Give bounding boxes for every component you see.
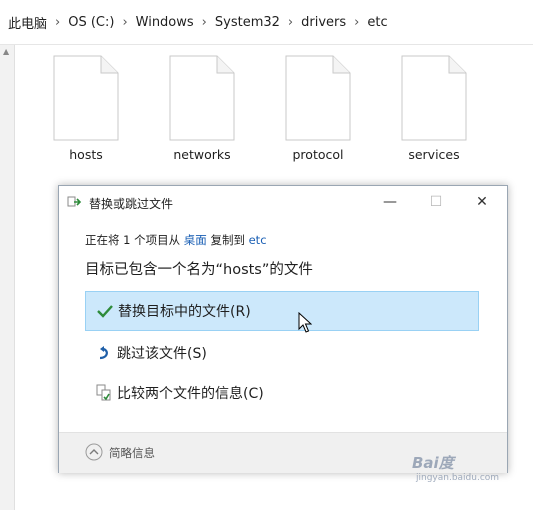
option-label: 跳过该文件(S)	[117, 346, 207, 362]
checkmark-icon	[94, 304, 116, 318]
breadcrumb-drive-c[interactable]: OS (C:)	[60, 15, 114, 30]
destination-folder-link[interactable]: etc	[249, 233, 267, 247]
maximize-button: ☐	[429, 194, 443, 210]
file-name: hosts	[69, 147, 103, 162]
file-item-hosts[interactable]: hosts	[46, 55, 126, 165]
file-item-services[interactable]: services	[394, 55, 474, 165]
copy-status-line: 正在将 1 个项目从 桌面 复制到 etc	[85, 232, 267, 248]
fewer-details-toggle[interactable]: 简略信息	[109, 445, 155, 461]
breadcrumb-separator-icon[interactable]: ›	[114, 15, 127, 30]
breadcrumb-this-pc[interactable]: 此电脑	[0, 13, 47, 32]
close-button[interactable]: ✕	[459, 186, 505, 218]
blank-file-icon	[285, 55, 351, 141]
skip-arrow-icon	[93, 345, 115, 361]
file-item-networks[interactable]: networks	[162, 55, 242, 165]
option-label: 比较两个文件的信息(C)	[117, 386, 264, 402]
dialog-titlebar[interactable]: 替换或跳过文件 — ☐ ✕	[59, 186, 507, 218]
breadcrumb-etc[interactable]: etc	[359, 15, 387, 30]
conflict-heading: 目标已包含一个名为“hosts”的文件	[85, 262, 313, 278]
skip-file-option[interactable]: 跳过该文件(S)	[85, 334, 479, 372]
status-middle: 复制到	[210, 233, 245, 247]
blank-file-icon	[401, 55, 467, 141]
blank-file-icon	[169, 55, 235, 141]
replace-file-option[interactable]: 替换目标中的文件(R)	[85, 291, 479, 331]
scroll-up-arrow-icon[interactable]: ▲	[3, 47, 9, 56]
file-name: networks	[173, 147, 231, 162]
replace-or-skip-dialog: 替换或跳过文件 — ☐ ✕ 正在将 1 个项目从 桌面 复制到 etc 目标已包…	[58, 185, 508, 473]
mouse-pointer-icon	[298, 311, 313, 338]
option-label: 替换目标中的文件(R)	[118, 304, 251, 320]
source-folder-link[interactable]: 桌面	[184, 233, 207, 247]
file-name: protocol	[292, 147, 344, 162]
breadcrumb-separator-icon[interactable]: ›	[194, 15, 207, 30]
breadcrumb-separator-icon[interactable]: ›	[346, 15, 359, 30]
blank-file-icon	[53, 55, 119, 141]
breadcrumb-separator-icon[interactable]: ›	[47, 15, 60, 30]
breadcrumb-drivers[interactable]: drivers	[293, 15, 346, 30]
file-name: services	[408, 147, 460, 162]
watermark-subtext: jingyan.baidu.com	[416, 473, 500, 483]
chevron-up-circle-icon[interactable]	[85, 443, 103, 465]
navigation-pane-scrollbar[interactable]: ▲	[0, 45, 15, 510]
breadcrumb-windows[interactable]: Windows	[128, 15, 194, 30]
compare-files-option[interactable]: 比较两个文件的信息(C)	[85, 374, 479, 412]
minimize-button[interactable]: —	[367, 186, 413, 218]
breadcrumb-separator-icon[interactable]: ›	[280, 15, 293, 30]
breadcrumb-system32[interactable]: System32	[207, 15, 280, 30]
compare-files-icon	[93, 384, 115, 402]
address-breadcrumb: 此电脑 › OS (C:) › Windows › System32 › dri…	[0, 0, 533, 45]
watermark-text: Bai度	[412, 454, 454, 472]
baidu-watermark: Bai度 jingyan.baidu.com	[412, 452, 499, 483]
file-item-protocol[interactable]: protocol	[278, 55, 358, 165]
status-prefix: 正在将 1 个项目从	[85, 233, 181, 247]
dialog-title: 替换或跳过文件	[89, 197, 174, 211]
file-copy-icon	[67, 195, 83, 212]
